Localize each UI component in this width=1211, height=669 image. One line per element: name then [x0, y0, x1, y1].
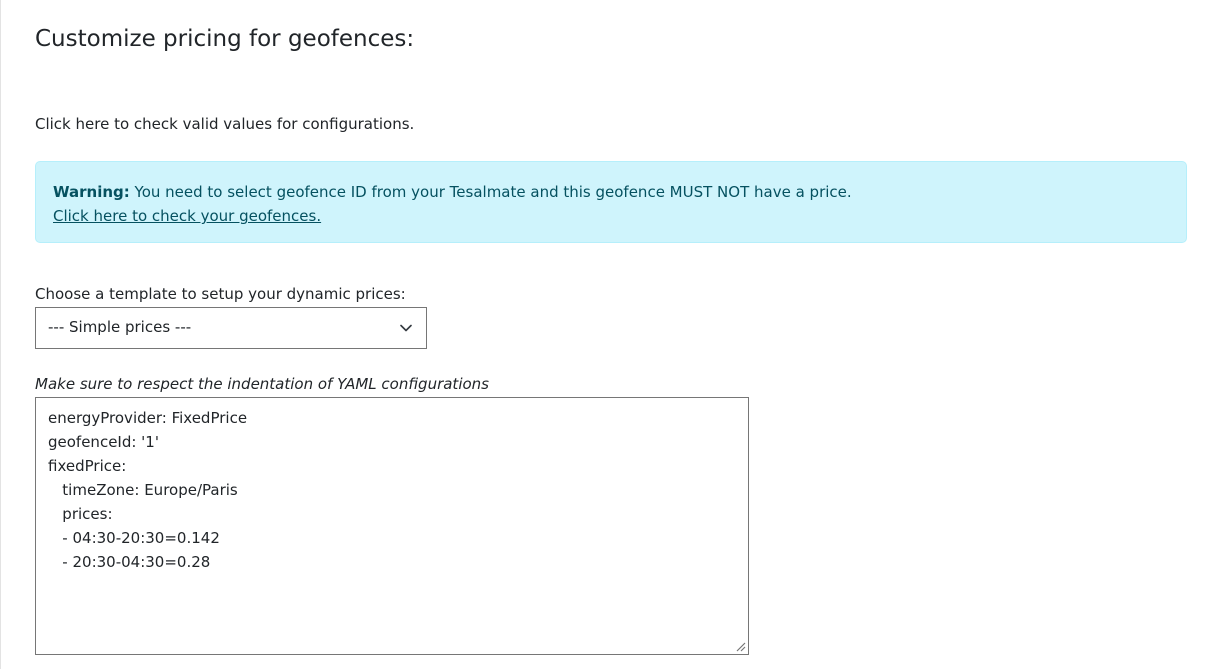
template-label: Choose a template to setup your dynamic …: [35, 285, 406, 303]
warning-alert: Warning: You need to select geofence ID …: [35, 161, 1187, 243]
warning-message: You need to select geofence ID from your…: [129, 183, 852, 201]
yaml-line: fixedPrice:: [48, 457, 127, 475]
check-geofences-link[interactable]: Click here to check your geofences.: [53, 207, 321, 225]
yaml-line: - 20:30-04:30=0.28: [48, 553, 211, 571]
yaml-line: energyProvider: FixedPrice: [48, 409, 248, 427]
warning-label: Warning:: [53, 183, 130, 201]
valid-values-link[interactable]: Click here to check valid values for con…: [35, 115, 414, 133]
template-selected-value: --- Simple prices ---: [48, 318, 192, 336]
yaml-config-textarea[interactable]: energyProvider: FixedPrice geofenceId: '…: [35, 397, 749, 655]
template-select[interactable]: --- Simple prices ---: [35, 307, 427, 349]
yaml-line: timeZone: Europe/Paris: [48, 481, 238, 499]
page: Customize pricing for geofences: Click h…: [0, 0, 1211, 669]
yaml-line: geofenceId: '1': [48, 433, 159, 451]
yaml-line: - 04:30-20:30=0.142: [48, 529, 220, 547]
chevron-down-icon: [400, 324, 412, 332]
yaml-indentation-note: Make sure to respect the indentation of …: [35, 375, 489, 393]
yaml-line: prices:: [48, 505, 113, 523]
resize-handle-icon[interactable]: [734, 640, 746, 652]
page-title: Customize pricing for geofences:: [35, 26, 415, 52]
warning-text: Warning: You need to select geofence ID …: [53, 180, 1169, 204]
